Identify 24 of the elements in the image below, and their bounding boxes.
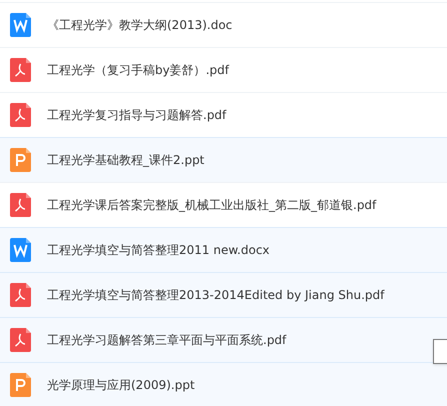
file-row[interactable]: 工程光学填空与简答整理2013-2014Edited by Jiang Shu.pdf (0, 272, 447, 317)
file-name[interactable]: 工程光学课后答案完整版_机械工业出版社_第二版_郁道银.pdf (47, 196, 376, 214)
word-file-icon (10, 238, 31, 262)
file-name[interactable]: 工程光学习题解答第三章平面与平面系统.pdf (47, 331, 286, 349)
pdf-file-icon (10, 328, 31, 352)
pdf-file-icon (10, 193, 31, 217)
file-name[interactable]: 工程光学（复习手稿by姜舒）.pdf (47, 61, 229, 79)
file-name[interactable]: 《工程光学》教学大纲(2013).doc (47, 16, 232, 34)
word-file-icon (10, 13, 31, 37)
pdf-file-icon (10, 103, 31, 127)
file-row[interactable]: 光学原理与应用(2009).ppt (0, 362, 447, 406)
file-row[interactable]: 工程光学基础教程_课件2.ppt (0, 137, 447, 182)
file-row[interactable]: 工程光学填空与简答整理2011 new.docx (0, 227, 447, 272)
slides-file-icon (10, 148, 31, 172)
slides-file-icon (10, 373, 31, 397)
pdf-file-icon (10, 58, 31, 82)
file-name[interactable]: 工程光学填空与简答整理2013-2014Edited by Jiang Shu.pdf (47, 286, 384, 304)
file-name[interactable]: 光学原理与应用(2009).ppt (47, 376, 195, 394)
file-name[interactable]: 工程光学填空与简答整理2011 new.docx (47, 241, 270, 259)
tooltip (433, 339, 447, 364)
file-name[interactable]: 工程光学复习指导与习题解答.pdf (47, 106, 226, 124)
file-name[interactable]: 工程光学基础教程_课件2.ppt (47, 151, 204, 169)
file-row[interactable]: 工程光学习题解答第三章平面与平面系统.pdf (0, 317, 447, 362)
pdf-file-icon (10, 283, 31, 307)
